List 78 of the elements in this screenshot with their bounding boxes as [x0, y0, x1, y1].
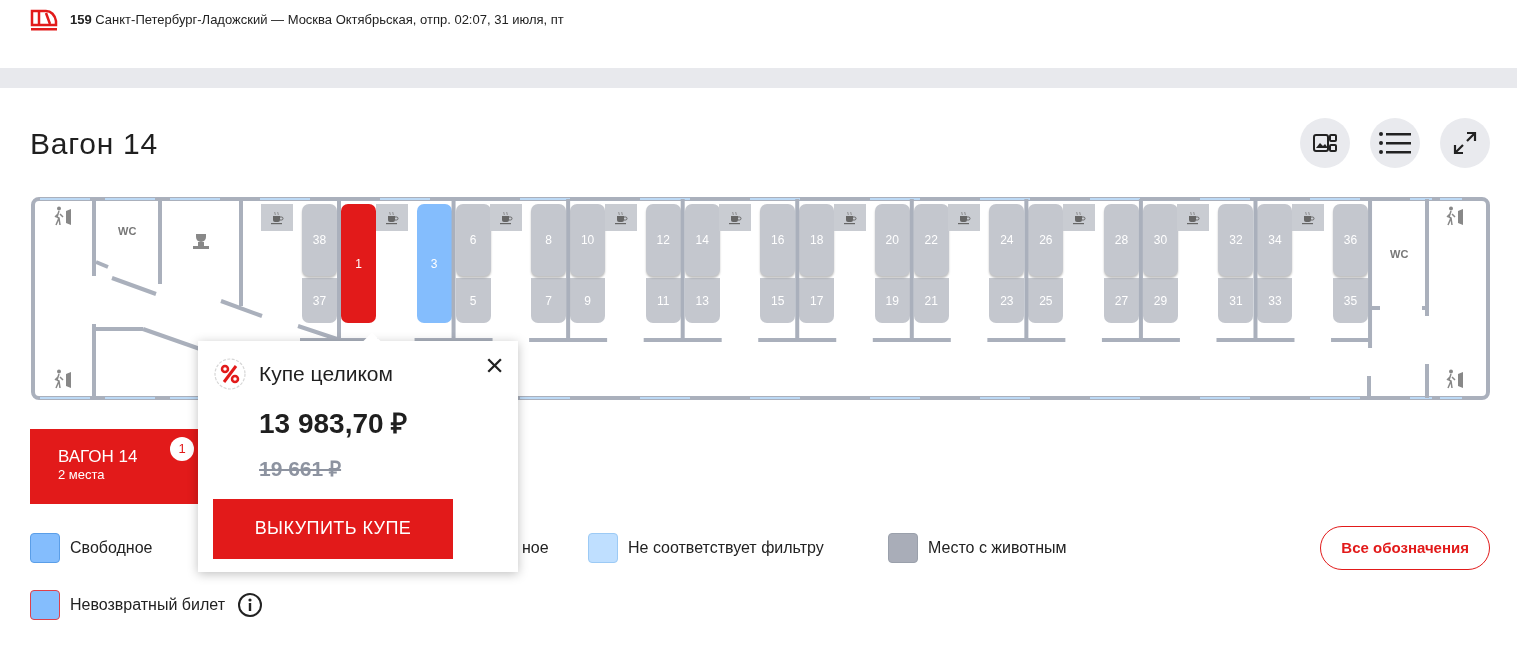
seat[interactable]: 8: [531, 204, 567, 276]
seat[interactable]: 28: [1103, 204, 1139, 276]
seat[interactable]: 13: [684, 278, 720, 323]
coffee-cup-icon: [384, 210, 399, 225]
scheme-view-button[interactable]: [1300, 118, 1350, 168]
seat[interactable]: 27: [1103, 278, 1139, 323]
list-icon: [1379, 131, 1411, 155]
toilet-label: WC: [1390, 247, 1409, 262]
exit-icon: [54, 206, 72, 226]
car-title: Вагон 14: [30, 125, 158, 162]
coffee-cup-icon: [1186, 210, 1201, 225]
exit-icon: [54, 369, 72, 389]
seat[interactable]: 9: [570, 278, 606, 323]
seat[interactable]: 17: [799, 278, 835, 323]
coffee-cup-icon: [1071, 210, 1086, 225]
attendant-icon: [192, 232, 210, 250]
seat[interactable]: 11: [645, 278, 681, 323]
train-route-text: 159 Санкт-Петербург-Ладожский — Москва Октябрьская, отпр. 02:07, 31 июля, пт: [70, 11, 564, 30]
legend-label: Не соответствует фильтру: [628, 538, 824, 558]
fullscreen-button[interactable]: [1440, 118, 1490, 168]
coffee-cup-icon: [842, 210, 857, 225]
coffee-cup-icon: [499, 210, 514, 225]
info-icon[interactable]: [236, 592, 263, 618]
toilet-label: WC: [118, 224, 137, 239]
coffee-cup-icon: [1301, 210, 1316, 225]
seat[interactable]: 35: [1333, 278, 1369, 323]
seat[interactable]: 20: [874, 204, 910, 276]
seat[interactable]: 12: [645, 204, 681, 276]
list-view-button[interactable]: [1370, 118, 1420, 168]
popup-title: Купе целиком: [259, 361, 393, 388]
close-button[interactable]: ×: [485, 349, 504, 381]
seat[interactable]: 5: [455, 278, 491, 323]
seat[interactable]: 26: [1028, 204, 1064, 276]
seat[interactable]: 18: [799, 204, 835, 276]
coffee-cup-icon: [728, 210, 743, 225]
legend-label: ное: [522, 538, 549, 558]
seat-count: 2 места: [58, 467, 105, 483]
price-text: 13 983,70 ₽: [259, 407, 408, 441]
image-grid-icon: [1313, 133, 1337, 153]
legend-label: Свободное: [70, 538, 153, 558]
seat[interactable]: 31: [1218, 278, 1254, 323]
seat[interactable]: 21: [913, 278, 949, 323]
buy-compartment-button[interactable]: ВЫКУПИТЬ КУПЕ: [213, 498, 453, 559]
expand-icon: [1453, 131, 1477, 155]
seat[interactable]: 7: [531, 278, 567, 323]
seat[interactable]: 19: [874, 278, 910, 323]
seat[interactable]: 32: [1218, 204, 1254, 276]
seat[interactable]: 24: [989, 204, 1025, 276]
seat[interactable]: 15: [760, 278, 796, 323]
seat[interactable]: 23: [989, 278, 1025, 323]
seat[interactable]: 34: [1257, 204, 1293, 276]
seat[interactable]: 6: [455, 204, 491, 276]
old-price-text: 19 661 ₽: [259, 456, 342, 482]
coffee-cup-icon: [613, 210, 628, 225]
exit-icon: [1446, 206, 1464, 226]
legend-label: Невозвратный билет: [70, 595, 225, 615]
seat[interactable]: 1: [341, 204, 376, 323]
seat[interactable]: 14: [684, 204, 720, 276]
exit-icon: [1446, 369, 1464, 389]
seat[interactable]: 38: [302, 204, 337, 276]
wagon-label: ВАГОН 14: [58, 447, 138, 467]
seat[interactable]: 33: [1257, 278, 1293, 323]
coffee-cup-icon: [270, 210, 284, 225]
seat[interactable]: 22: [913, 204, 949, 276]
seat[interactable]: 10: [570, 204, 606, 276]
seat[interactable]: 3: [416, 204, 452, 323]
seat[interactable]: 30: [1142, 204, 1178, 276]
all-legend-button[interactable]: Все обозначения: [1320, 526, 1490, 570]
count-badge: 1: [170, 437, 194, 461]
legend-label: Место с животным: [928, 538, 1067, 558]
train-logo-icon: [30, 9, 58, 31]
coffee-cup-icon: [957, 210, 972, 225]
seat[interactable]: 16: [760, 204, 796, 276]
seat[interactable]: 25: [1028, 278, 1064, 323]
seat[interactable]: 36: [1333, 204, 1369, 276]
seat[interactable]: 29: [1142, 278, 1178, 323]
seat[interactable]: 37: [302, 278, 337, 323]
discount-icon: [213, 357, 247, 391]
